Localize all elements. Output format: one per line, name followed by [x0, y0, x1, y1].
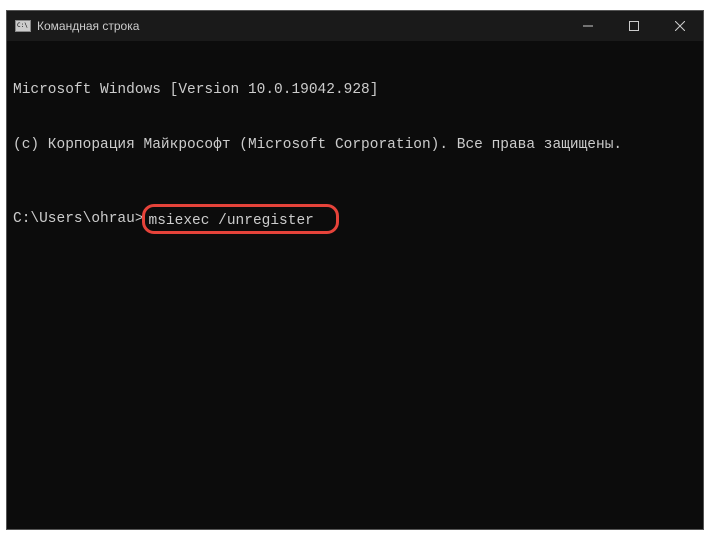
minimize-button[interactable]: [565, 11, 611, 41]
titlebar[interactable]: Командная строка: [7, 11, 703, 41]
window-title: Командная строка: [37, 19, 565, 33]
prompt-text: C:\Users\ohrau>: [13, 210, 144, 228]
version-line: Microsoft Windows [Version 10.0.19042.92…: [13, 81, 697, 99]
close-button[interactable]: [657, 11, 703, 41]
cmd-icon: [15, 20, 31, 32]
window-controls: [565, 11, 703, 41]
terminal-area[interactable]: Microsoft Windows [Version 10.0.19042.92…: [7, 41, 703, 529]
cursor: [314, 208, 322, 224]
maximize-button[interactable]: [611, 11, 657, 41]
command-highlight: msiexec /unregister: [142, 204, 339, 234]
command-text: msiexec /unregister: [149, 213, 314, 229]
copyright-line: (c) Корпорация Майкрософт (Microsoft Cor…: [13, 136, 697, 154]
prompt-line: C:\Users\ohrau> msiexec /unregister: [13, 204, 697, 234]
command-prompt-window: Командная строка Microsoft Windows [Vers…: [6, 10, 704, 530]
